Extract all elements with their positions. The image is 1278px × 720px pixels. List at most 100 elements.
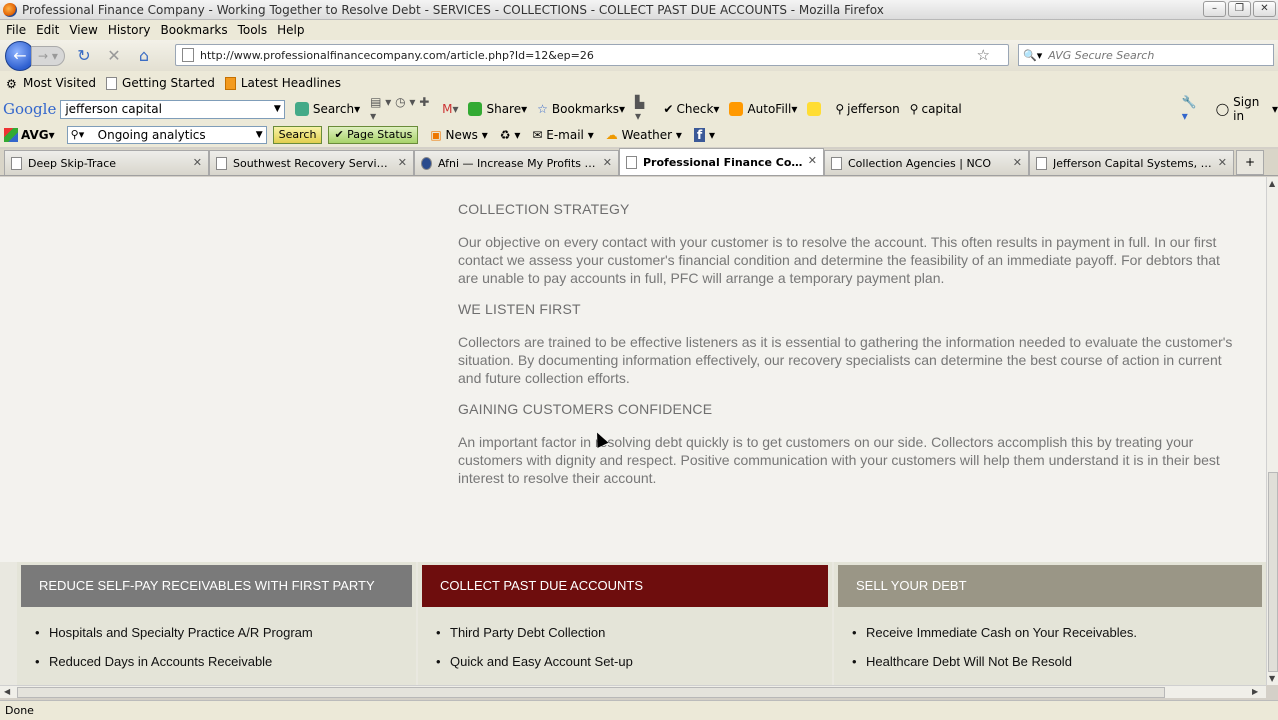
paragraph-gaining-confidence: An important factor in resolving debt qu… [458,434,1220,486]
menu-file[interactable]: File [6,23,26,37]
menu-tools[interactable]: Tools [238,23,268,37]
reload-icon[interactable]: ↻ [73,45,95,67]
scroll-up-arrow[interactable]: ▲ [1269,179,1275,188]
close-icon[interactable]: ✕ [398,156,407,169]
sign-in-button[interactable]: ◯ Sign in ▾ [1216,95,1278,123]
toolbar-icons[interactable]: ▤ ▾ ◷ ▾ ✚ ▾ M ▾ [370,95,458,123]
email-button[interactable]: ✉ E-mail ▾ [532,128,593,142]
list-item[interactable]: Reduced Days in Accounts Receivable [35,654,416,669]
search-term-capital[interactable]: ⚲ capital [910,102,962,116]
tab-afni[interactable]: Afni — Increase My Profits & ... ✕ [414,150,619,175]
tab-jefferson-capital[interactable]: Jefferson Capital Systems, LL... ✕ [1029,150,1234,175]
menu-bar: File Edit View History Bookmarks Tools H… [0,20,1278,40]
search-term-jefferson[interactable]: ⚲ jefferson [835,102,899,116]
highlight-button[interactable] [807,102,825,116]
close-icon[interactable]: ✕ [193,156,202,169]
navigation-toolbar: ← → ▾ ↻ ✕ ⌂ http://www.professionalfinan… [0,40,1278,71]
maximize-button[interactable]: ❐ [1228,1,1251,17]
close-icon[interactable]: ✕ [1218,156,1227,169]
tab-nco[interactable]: Collection Agencies | NCO ✕ [824,150,1029,175]
avg-toolbar: AVG ▾ ⚲▾ Ongoing analytics ▼ Search ✔ Pa… [0,123,1278,147]
weather-button[interactable]: ☁ Weather ▾ [606,128,682,142]
gmail-icon: M [442,102,453,116]
minimize-button[interactable]: – [1203,1,1226,17]
paragraph-we-listen-first: Collectors are trained to be effective l… [458,334,1233,386]
window-title: Professional Finance Company - Working T… [22,2,884,17]
avg-logo[interactable]: AVG ▾ [4,128,55,142]
google-search-input[interactable]: jefferson capital ▼ [60,99,285,119]
recycle-icon[interactable]: ♻ ▾ [500,128,521,142]
bookmark-most-visited[interactable]: ⚙ Most Visited [6,76,96,91]
title-bar: Professional Finance Company - Working T… [0,0,1278,20]
share-button[interactable]: Share ▾ [468,102,527,116]
menu-bookmarks[interactable]: Bookmarks [161,23,228,37]
menu-help[interactable]: Help [277,23,304,37]
wrench-icon[interactable]: 🔧 ▾ [1182,95,1206,123]
stop-icon[interactable]: ✕ [103,45,125,67]
chevron-down-icon[interactable]: ▼ [274,101,281,118]
heading-gaining-confidence: GAINING CUSTOMERS CONFIDENCE [458,401,713,417]
vertical-scroll-thumb[interactable] [1268,472,1278,672]
google-search-icon [294,102,309,116]
list-item[interactable]: Healthcare Debt Will Not Be Resold [852,654,1266,669]
forward-button[interactable]: → ▾ [31,45,65,66]
new-tab-button[interactable]: + [1236,150,1264,175]
highlighter-icon [807,102,822,116]
panel-title-first-party[interactable]: REDUCE SELF-PAY RECEIVABLES WITH FIRST P… [21,565,412,607]
list-item[interactable]: Receive Immediate Cash on Your Receivabl… [852,625,1266,640]
list-item[interactable]: Quick and Easy Account Set-up [436,654,832,669]
panel-title-sell-debt[interactable]: SELL YOUR DEBT [838,565,1262,607]
tab-professional-finance[interactable]: Professional Finance Compa...✕ [619,148,824,175]
google-search-button[interactable]: Search ▾ [294,102,360,116]
autofill-button[interactable]: AutoFill ▾ [729,102,797,116]
tab-deep-skip-trace[interactable]: Deep Skip-Trace ✕ [4,150,209,175]
tab-southwest-recovery[interactable]: Southwest Recovery Services, ...✕ [209,150,414,175]
list-item[interactable]: Third Party Debt Collection [436,625,832,640]
list-item[interactable]: Hospitals and Specialty Practice A/R Pro… [35,625,416,640]
mail-icon: ✉ [532,128,547,142]
menu-view[interactable]: View [69,23,97,37]
horizontal-scroll-thumb[interactable] [17,687,1165,698]
vertical-scrollbar[interactable]: ▲ ▼ [1266,177,1278,685]
panel-sell-debt: SELL YOUR DEBT Receive Immediate Cash on… [834,562,1266,685]
page-icon [626,155,637,169]
close-icon[interactable]: ✕ [808,154,817,167]
heading-we-listen-first: WE LISTEN FIRST [458,301,581,317]
google-toolbar: Google jefferson capital ▼ Search ▾ ▤ ▾ ◷… [0,95,1278,123]
avg-search-input[interactable]: ⚲▾ Ongoing analytics ▼ [66,126,267,144]
gear-icon: ⚙ [6,76,17,91]
translate-button[interactable]: ▙ ▾ [635,95,653,123]
page-status-button[interactable]: ✔ Page Status [328,126,419,144]
close-button[interactable]: ✕ [1253,1,1276,17]
bookmark-latest-headlines[interactable]: Latest Headlines [224,76,341,90]
chevron-down-icon: ▼ [255,130,263,140]
menu-edit[interactable]: Edit [36,23,59,37]
avg-search-button[interactable]: Search [272,126,323,144]
bookmarks-button[interactable]: ☆ Bookmarks ▾ [537,102,625,116]
star-icon: ☆ [537,102,548,116]
home-icon[interactable]: ⌂ [133,45,155,67]
url-text[interactable]: http://www.professionalfinancecompany.co… [200,49,594,62]
scroll-down-arrow[interactable]: ▼ [1269,674,1275,683]
search-input[interactable]: 🔍▾ AVG Secure Search [1018,44,1274,66]
scroll-left-arrow[interactable]: ◀ [4,687,10,696]
news-button[interactable]: ▣ News ▾ [430,128,487,142]
bookmark-star-icon[interactable]: ☆ [977,46,990,64]
avg-icon [4,128,18,142]
close-icon[interactable]: ✕ [603,156,612,169]
scroll-right-arrow[interactable]: ▶ [1252,687,1258,696]
rss-icon [224,76,236,90]
article: COLLECTION STRATEGY Our objective on eve… [458,201,1233,501]
menu-history[interactable]: History [108,23,151,37]
facebook-icon[interactable]: f ▾ [693,128,715,142]
check-button[interactable]: ✔ Check ▾ [663,102,719,116]
url-bar[interactable]: http://www.professionalfinancecompany.co… [175,44,1009,66]
panel-title-collect-past-due[interactable]: COLLECT PAST DUE ACCOUNTS [422,565,828,607]
service-panels: REDUCE SELF-PAY RECEIVABLES WITH FIRST P… [0,562,1266,685]
horizontal-scrollbar[interactable]: ◀ ▶ [0,685,1266,698]
search-icon: ⚲▾ [70,128,85,141]
panel-collect-past-due: COLLECT PAST DUE ACCOUNTS Third Party De… [418,562,832,685]
magnifier-icon: ⚲ [835,102,845,116]
close-icon[interactable]: ✕ [1013,156,1022,169]
bookmark-getting-started[interactable]: Getting Started [106,76,215,90]
